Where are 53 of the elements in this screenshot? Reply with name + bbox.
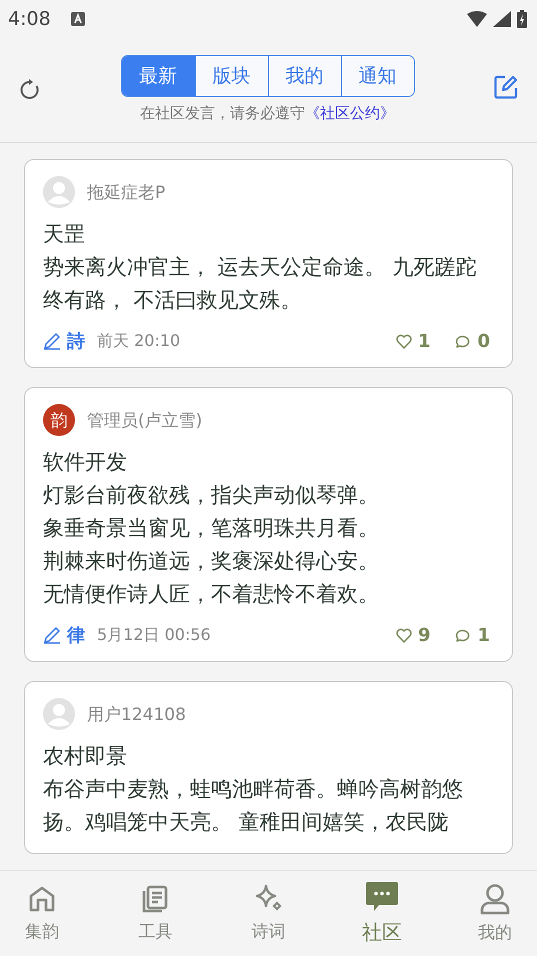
pencil-icon [43,626,61,644]
tab[interactable]: 我的 [268,56,340,96]
post-body: 布谷声中麦熟，蛙鸣池畔荷香。蝉吟高树韵悠扬。鸡唱笼中天亮。 童稚田间嬉笑，农民陇 [43,776,464,836]
post-card[interactable]: 韵 管理员(卢立雪) 软件开发 灯影台前夜欲残，指尖声动似琴弹。 象垂奇景当窗见，笔落明珠共月看。 荆棘来时伤道远，奖褒深处得心安。 无情便作诗人匠，不着悲怜不着欢。 律 5月12日 00:56 9 1 [24,387,513,662]
author-name: 用户124108 [87,704,186,726]
avatar: 韵 [43,404,75,436]
person-icon [480,883,510,915]
nav-item[interactable]: 诗词 [238,871,298,956]
post-title: 天罡 [43,221,86,248]
heart-icon[interactable] [396,628,412,642]
avatar-icon [43,176,75,208]
tab[interactable]: 最新 [122,56,194,96]
edit-icon[interactable] [493,74,519,100]
battery-icon [517,10,527,28]
poem-line: 无情便作诗人匠，不着悲怜不着欢。 [43,581,380,608]
post-title: 软件开发 [43,449,128,476]
pencil-icon [43,332,61,350]
signal-icon [493,11,511,27]
tab[interactable]: 通知 [340,56,414,96]
status-time: 4:08 [8,8,51,30]
comment-icon[interactable] [454,334,472,348]
document-icon [140,884,170,914]
post-time: 5月12日 00:56 [97,624,211,646]
comment-count: 0 [477,330,490,352]
avatar-icon [43,698,75,730]
notice-text: 在社区发言，请务必遵守 [140,104,305,122]
post-title: 农村即景 [43,743,128,770]
post-body: 势来离火冲官主， 运去天公定命途。 九死蹉跎终有路， 不活曰救见文殊。 [43,254,478,314]
poem-form: 詩 [67,330,85,353]
nav-item[interactable]: 社区 [352,871,412,956]
chat-icon [364,881,399,913]
notification-icon [70,12,85,26]
comment-icon[interactable] [454,628,472,642]
home-icon [27,884,57,914]
wifi-icon [467,11,487,27]
author-name: 管理员(卢立雪) [87,410,202,432]
nav-item[interactable]: 工具 [125,871,186,956]
nav-item[interactable]: 集韵 [12,871,72,956]
author-name: 拖延症老P [87,182,166,204]
community-rules-link[interactable]: 《社区公约》 [305,104,395,122]
poem-line: 象垂奇景当窗见，笔落明珠共月看。 [43,515,380,542]
post-card[interactable]: 用户124108 农村即景 布谷声中麦熟，蛙鸣池畔荷香。蝉吟高树韵悠扬。鸡唱笼中天亮。 童稚田间嬉笑，农民陇 [24,681,513,854]
tab[interactable]: 版块 [194,56,268,96]
like-count: 9 [418,624,430,646]
post-time: 前天 20:10 [97,330,180,352]
nav-item[interactable]: 我的 [465,871,525,956]
poem-line: 灯影台前夜欲残，指尖声动似琴弹。 [43,482,380,509]
like-count: 1 [418,330,430,352]
heart-icon[interactable] [396,334,412,348]
poem-line: 荆棘来时伤道远，奖褒深处得心安。 [43,548,380,575]
poem-form: 律 [67,624,85,647]
comment-count: 1 [477,624,490,646]
post-card[interactable]: 拖延症老P 天罡 势来离火冲官主， 运去天公定命途。 九死蹉跎终有路， 不活曰救见文殊。 詩 前天 20:10 1 0 [24,159,513,368]
